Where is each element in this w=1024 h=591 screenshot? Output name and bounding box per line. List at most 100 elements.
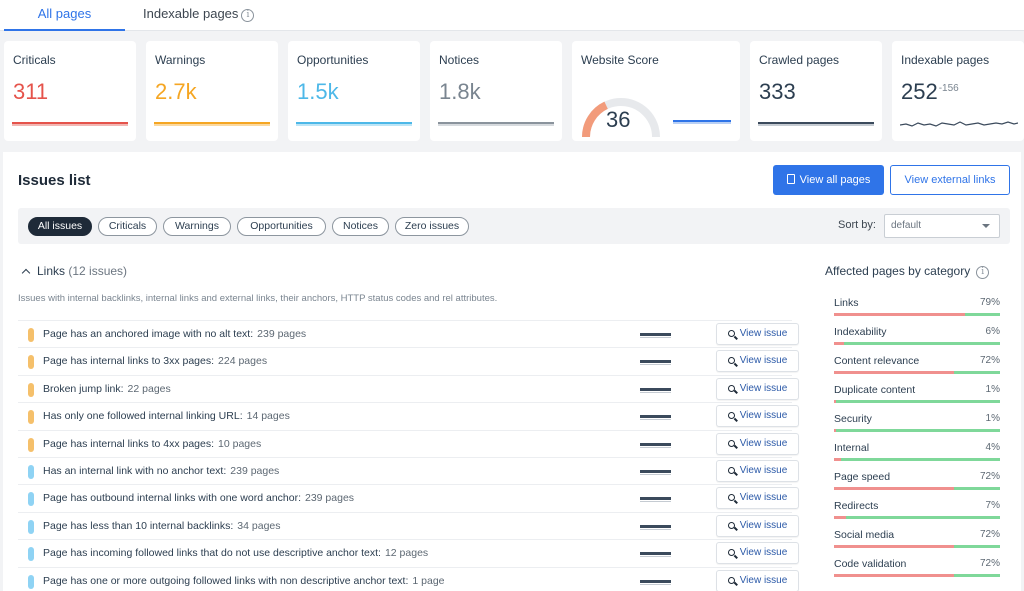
category-item[interactable]: Links 79%: [834, 297, 1000, 326]
issue-row: Broken jump link: 22 pages View issue: [18, 374, 799, 402]
filter-opportunities[interactable]: Opportunities: [237, 217, 326, 236]
sort-select[interactable]: default: [884, 214, 1000, 238]
category-item[interactable]: Duplicate content 1%: [834, 384, 1000, 413]
category-percent: 7%: [985, 500, 1000, 511]
category-bar: [834, 458, 1000, 461]
info-icon[interactable]: i: [976, 266, 990, 279]
issue-count: 22 pages: [127, 382, 171, 395]
card-value: 311: [13, 79, 49, 104]
filter-zero-issues[interactable]: Zero issues: [395, 217, 469, 236]
category-percent: 1%: [985, 384, 1000, 395]
issue-trend-line: [640, 579, 671, 583]
view-issue-label: View issue: [739, 519, 788, 531]
issue-count: 12 pages: [384, 547, 429, 560]
issue-trend-line: [640, 333, 671, 336]
group-header-links[interactable]: Links (12 issues): [21, 264, 128, 278]
chevron-up-icon: [21, 268, 31, 278]
category-item[interactable]: Indexability 6%: [834, 326, 1000, 355]
category-name: Internal: [834, 442, 870, 454]
category-bar: [834, 429, 1000, 432]
issue-label: Page has incoming followed links that do…: [43, 547, 381, 560]
filter-warnings[interactable]: Warnings: [163, 217, 231, 236]
severity-indicator: [28, 437, 34, 452]
card-label: Opportunities: [297, 53, 369, 67]
issue-trend-line: [640, 497, 671, 501]
category-name: Social media: [834, 529, 895, 541]
card-label: Criticals: [13, 53, 56, 67]
view-issue-button[interactable]: View issue: [716, 323, 799, 345]
view-issue-button[interactable]: View issue: [716, 514, 799, 537]
category-bar: [834, 400, 1000, 403]
category-item[interactable]: Page speed 72%: [834, 471, 1000, 500]
card-label: Warnings: [155, 53, 206, 67]
issue-trend: [640, 583, 671, 585]
card-label: Crawled pages: [759, 53, 840, 67]
category-bar: [834, 342, 1000, 345]
info-icon[interactable]: i: [241, 9, 255, 22]
view-issue-button[interactable]: View issue: [716, 569, 799, 591]
category-item[interactable]: Code validation 72%: [834, 558, 1000, 587]
card-criticals[interactable]: Criticals 311: [4, 41, 136, 141]
group-count: (12 issues): [68, 264, 128, 278]
tab-all-pages[interactable]: All pages: [4, 0, 125, 31]
view-issue-button[interactable]: View issue: [716, 432, 799, 455]
issue-row: Page has incoming followed links that do…: [18, 539, 799, 566]
card-indexable-pages[interactable]: Indexable pages 252-156: [892, 41, 1024, 141]
issue-trend-line: [640, 360, 671, 364]
category-item[interactable]: Internal 4%: [834, 442, 1000, 471]
score-value: 36: [606, 107, 631, 132]
category-item[interactable]: Security 1%: [834, 413, 1000, 442]
card-label: Website Score: [581, 53, 659, 67]
filter-notices[interactable]: Notices: [332, 217, 389, 236]
issue-label: Page has internal links to 3xx pages:: [43, 355, 215, 368]
severity-indicator: [28, 519, 34, 534]
view-external-links-button[interactable]: View external links: [890, 165, 1010, 195]
category-item[interactable]: Social media 72%: [834, 529, 1000, 558]
card-crawled-pages[interactable]: Crawled pages 333: [750, 41, 882, 141]
card-website-score[interactable]: Website Score 36: [572, 41, 740, 141]
card-notices[interactable]: Notices 1.8k: [430, 41, 562, 141]
category-percent: 79%: [979, 297, 1000, 308]
view-issue-label: View issue: [739, 492, 788, 504]
view-issue-button[interactable]: View issue: [716, 350, 799, 373]
category-percent: 72%: [979, 355, 1000, 366]
filter-criticals[interactable]: Criticals: [98, 217, 157, 236]
card-label: Notices: [439, 53, 480, 67]
category-item[interactable]: Redirects 7%: [834, 500, 1000, 529]
category-bar-fill: [834, 313, 966, 316]
severity-indicator: [28, 382, 34, 397]
category-item[interactable]: Content relevance 72%: [834, 355, 1000, 384]
view-issue-button[interactable]: View issue: [716, 377, 799, 400]
tab-indexable-pages[interactable]: Indexable pages i: [143, 0, 255, 31]
card-value: 1.5k: [297, 79, 339, 104]
card-value: 1.8k: [439, 79, 481, 104]
issue-label: Page has less than 10 internal backlinks…: [43, 519, 234, 532]
category-name: Duplicate content: [834, 384, 916, 396]
issue-count: 34 pages: [237, 519, 281, 532]
view-all-pages-button[interactable]: View all pages: [773, 165, 884, 195]
view-issue-button[interactable]: View issue: [716, 405, 799, 428]
card-warnings[interactable]: Warnings 2.7k: [146, 41, 278, 141]
issue-trend: [640, 337, 671, 338]
category-name: Indexability: [834, 326, 887, 338]
page-tabs: All pages Indexable pages i: [0, 0, 1024, 31]
issue-trend-line: [640, 415, 671, 419]
indexable-sparkline: [900, 121, 1018, 127]
issue-text: Has an internal link with no anchor text…: [43, 465, 279, 477]
view-all-pages-label: View all pages: [799, 174, 871, 186]
filter-all-issues[interactable]: All issues: [28, 217, 92, 236]
category-bar-fill: [834, 429, 836, 432]
view-issue-button[interactable]: View issue: [716, 487, 799, 510]
issue-trend: [640, 528, 671, 530]
category-percent: 4%: [985, 442, 1000, 453]
score-trend: [673, 122, 731, 124]
card-opportunities[interactable]: Opportunities 1.5k: [288, 41, 420, 141]
group-name: Links: [37, 264, 66, 278]
view-issue-label: View issue: [739, 328, 788, 339]
issue-count: 14 pages: [246, 410, 290, 423]
category-percent: 72%: [979, 471, 1000, 482]
search-icon: [727, 357, 735, 365]
view-issue-button[interactable]: View issue: [716, 542, 799, 565]
view-issue-button[interactable]: View issue: [716, 459, 799, 482]
issue-label: Has an internal link with no anchor text…: [43, 464, 227, 477]
